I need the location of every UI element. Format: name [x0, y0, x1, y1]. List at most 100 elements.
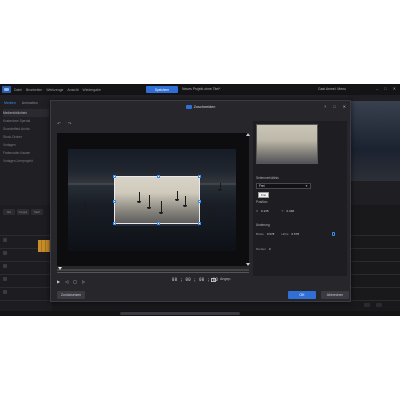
- list-item[interactable]: Stock-Ordner: [3, 133, 49, 141]
- cancel-button[interactable]: Abbrechen: [321, 291, 349, 299]
- menu-wiedergabe[interactable]: Wiedergabe: [83, 88, 101, 92]
- crop-settings-panel: Seitenverhältnis Frei ▼ Frei Position X …: [253, 121, 347, 276]
- boat-mast: [148, 195, 150, 207]
- scrollbar-thumb[interactable]: [120, 312, 240, 315]
- timeline-tool-button[interactable]: Alle: [3, 209, 15, 215]
- track-visibility-icon[interactable]: [3, 264, 7, 268]
- chevron-down-icon: ▼: [305, 184, 308, 188]
- media-tabs: Medien Animation: [0, 95, 52, 109]
- boat-mast: [160, 201, 162, 212]
- media-category-list: Medienbibliothek Kostenlose Spezial. Sou…: [0, 109, 52, 165]
- boat: [183, 205, 187, 207]
- zoom-slider[interactable]: [246, 133, 250, 266]
- play-icon[interactable]: ▶: [57, 279, 60, 284]
- aspect-ratio-select[interactable]: Frei ▼: [256, 183, 311, 189]
- next-frame-icon[interactable]: ▷: [82, 279, 85, 284]
- stop-icon[interactable]: ▢: [73, 279, 77, 284]
- tab-animation[interactable]: Animation: [22, 101, 38, 105]
- boat: [159, 212, 163, 214]
- close-window-button[interactable]: ✕: [393, 86, 396, 91]
- zoom-up-icon[interactable]: [246, 133, 250, 136]
- rotate-input[interactable]: 0: [269, 247, 271, 251]
- timeline-tools: Alle Gruppe Nach: [0, 205, 52, 219]
- boat-mast: [184, 196, 186, 205]
- crop-handle-top-left[interactable]: [113, 175, 116, 178]
- height-input[interactable]: 0.578: [292, 232, 300, 236]
- redo-icon[interactable]: ↷: [68, 121, 72, 127]
- help-button[interactable]: ?: [324, 104, 326, 109]
- pos-y-input[interactable]: 0.348: [287, 209, 295, 213]
- crop-mask: [68, 149, 236, 176]
- save-project-button[interactable]: Speichern: [146, 86, 178, 93]
- crop-canvas[interactable]: [57, 133, 249, 266]
- position-fields: X 0.135 Y 0.348: [256, 209, 294, 213]
- boat-mast: [84, 201, 86, 209]
- height-label: Höhe: [281, 232, 289, 236]
- window-controls: – □ ✕: [376, 86, 396, 91]
- zoom-down-icon[interactable]: [246, 263, 250, 266]
- menu-ansicht[interactable]: Ansicht: [67, 88, 78, 92]
- seek-bar[interactable]: [57, 267, 249, 271]
- list-item[interactable]: Kostenlose Spezial.: [3, 117, 49, 125]
- fit-view-icon[interactable]: [211, 278, 216, 282]
- boat-mast: [138, 192, 140, 201]
- menu-bearbeiten[interactable]: Bearbeiten: [26, 88, 42, 92]
- timeline-zoom-button[interactable]: [364, 303, 370, 307]
- rotate-field: Drehen 0: [256, 247, 271, 251]
- dialog-controls: ? □ ✕: [324, 104, 346, 109]
- boat-mast: [209, 204, 211, 213]
- pos-x-input[interactable]: 0.135: [261, 209, 269, 213]
- crop-handle-top[interactable]: [156, 175, 160, 178]
- minimize-button[interactable]: –: [376, 86, 378, 91]
- close-dialog-button[interactable]: ✕: [343, 104, 346, 109]
- track-visibility-icon[interactable]: [3, 277, 7, 281]
- aspect-ratio-value: Frei: [259, 184, 265, 188]
- playhead-icon[interactable]: [58, 267, 62, 270]
- track-visibility-icon[interactable]: [3, 251, 7, 255]
- maximize-button[interactable]: □: [384, 86, 386, 91]
- crop-handle-right[interactable]: [198, 199, 201, 203]
- aspect-ratio-label: Seitenverhältnis: [256, 176, 279, 180]
- crop-handle-bottom-left[interactable]: [113, 222, 116, 225]
- timeline-scrollbar[interactable]: [0, 311, 400, 316]
- crop-rectangle[interactable]: [113, 175, 201, 225]
- list-item[interactable]: Medienbibliothek: [3, 109, 49, 117]
- account-menu[interactable]: Gast Anmel. Menu: [318, 87, 346, 91]
- size-label: Änderung: [256, 223, 270, 227]
- ok-button[interactable]: OK: [288, 291, 316, 299]
- reset-button[interactable]: Zurücksetzen: [57, 291, 85, 299]
- pos-x-label: X: [256, 209, 259, 213]
- track-visibility-icon[interactable]: [3, 290, 7, 294]
- list-item[interactable]: Soundeffekt-Archiv: [3, 125, 49, 133]
- timeline-zoom-button[interactable]: [376, 303, 382, 307]
- crop-preview: [256, 124, 318, 164]
- aspect-dropdown[interactable]: Angep.: [220, 277, 231, 281]
- crop-mask: [68, 226, 236, 251]
- crop-handle-left[interactable]: [113, 199, 116, 203]
- crop-handle-bottom-right[interactable]: [198, 222, 201, 225]
- list-item[interactable]: Vorlagen: [3, 141, 49, 149]
- dialog-title-bar: Zuschneiden: [51, 101, 350, 113]
- lock-aspect-icon[interactable]: [332, 232, 335, 236]
- crop-dialog: Zuschneiden ? □ ✕ ↶ ↷ ▶ ◁ ▢ ▷ 00 ; 00 ; …: [50, 100, 351, 302]
- boat: [175, 199, 179, 201]
- crop-handle-top-right[interactable]: [198, 175, 201, 178]
- undo-icon[interactable]: ↶: [57, 121, 61, 127]
- tab-medien[interactable]: Medien: [4, 101, 16, 105]
- crop-icon: [185, 105, 192, 109]
- crop-handle-bottom[interactable]: [156, 222, 160, 225]
- boat: [147, 207, 151, 209]
- timeline-tool-button[interactable]: Nach: [31, 209, 43, 215]
- timeline-tool-button[interactable]: Gruppe: [17, 209, 29, 215]
- preview-thumbnail: [348, 101, 400, 181]
- dialog-title: Zuschneiden: [193, 105, 216, 109]
- maximize-dialog-button[interactable]: □: [333, 104, 335, 109]
- width-input[interactable]: 0.578: [267, 232, 275, 236]
- list-item[interactable]: Vorlagen-Leerprojekt: [3, 157, 49, 165]
- list-item[interactable]: Farbmuster-Kasten: [3, 149, 49, 157]
- menu-datei[interactable]: Datei: [14, 88, 22, 92]
- pos-y-label: Y: [281, 209, 284, 213]
- previous-frame-icon[interactable]: ◁: [65, 279, 68, 284]
- menu-werkzeuge[interactable]: Werkzeuge: [46, 88, 63, 92]
- track-visibility-icon[interactable]: [3, 238, 7, 242]
